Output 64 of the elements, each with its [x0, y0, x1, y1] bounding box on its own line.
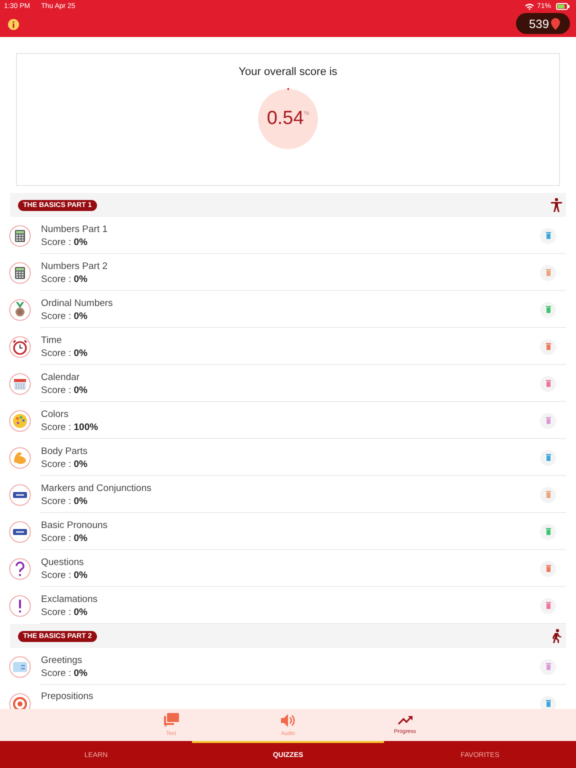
lesson-title[interactable]: Prepositions: [41, 691, 540, 702]
lesson-title[interactable]: Numbers Part 1: [41, 224, 540, 234]
lesson-score: Score : 0%: [41, 532, 88, 544]
lesson-title[interactable]: Numbers Part 2: [41, 260, 540, 272]
lesson-score: Score : 0%: [41, 496, 88, 506]
delete-button[interactable]: [540, 486, 556, 502]
delete-button[interactable]: [540, 264, 556, 280]
lesson-score: Score : 0%: [41, 274, 88, 284]
palette-icon: [9, 410, 31, 432]
delete-button[interactable]: [540, 302, 556, 318]
delete-button[interactable]: [540, 598, 556, 614]
points-badge[interactable]: 539: [516, 13, 570, 34]
lesson-title[interactable]: Time: [41, 334, 540, 346]
score-ring: [255, 86, 321, 152]
lesson-score: Score : 0%: [41, 570, 88, 580]
delete-button[interactable]: [540, 450, 556, 466]
wifi-icon: [524, 2, 534, 10]
delete-button[interactable]: [540, 412, 556, 428]
arm-icon: [9, 446, 31, 468]
lesson-score: Score : 0%: [41, 348, 88, 358]
trending-up-icon: [398, 715, 412, 725]
tag-icon: [9, 484, 31, 506]
lesson-title[interactable]: Calendar: [41, 372, 540, 382]
exclamation-icon: [9, 594, 31, 616]
lesson-score: Score : 0%: [41, 384, 88, 396]
lesson-title[interactable]: Basic Pronouns: [41, 520, 540, 530]
lesson-score: Score : 0%: [41, 458, 88, 470]
delete-button[interactable]: [540, 696, 556, 709]
lesson-title[interactable]: Body Parts: [41, 446, 540, 456]
delete-button[interactable]: [540, 228, 556, 244]
delete-button[interactable]: [540, 560, 556, 576]
delete-button[interactable]: [540, 524, 556, 540]
battery-icon: [556, 2, 570, 10]
card-icon: [9, 656, 31, 678]
info-icon[interactable]: [8, 19, 19, 30]
delete-button[interactable]: [540, 338, 556, 354]
calculator-icon: [9, 262, 31, 284]
lesson-score: Score : 0%: [41, 668, 88, 678]
calculator-icon: [9, 224, 31, 246]
medal-icon: [9, 298, 31, 320]
lesson-title[interactable]: Exclamations: [41, 594, 540, 604]
lesson-score: Score : 100%: [41, 422, 100, 432]
lesson-score: Score : 0%: [41, 606, 88, 618]
lesson-title[interactable]: Colors: [41, 408, 540, 420]
lesson-score: Score : 0%: [41, 236, 88, 248]
delete-button[interactable]: [540, 376, 556, 392]
chat-bubbles-icon: [164, 713, 178, 727]
tag-icon: [9, 520, 31, 542]
lesson-title[interactable]: Markers and Conjunctions: [41, 482, 540, 494]
map-pin-icon: [551, 18, 560, 30]
question-mark-icon: [9, 558, 31, 580]
lesson-title[interactable]: Questions: [41, 556, 540, 568]
alarm-clock-icon: [9, 336, 31, 358]
lesson-title[interactable]: Ordinal Numbers: [41, 298, 540, 308]
lesson-score: Score : 0%: [41, 310, 88, 322]
score-value: 0.54: [266, 108, 304, 130]
delete-button[interactable]: [540, 658, 556, 674]
calendar-icon: [9, 372, 31, 394]
points-count: 539: [528, 16, 549, 30]
speaker-icon: [281, 714, 295, 726]
score-title: Your overall score is: [238, 66, 338, 78]
lesson-title[interactable]: Greetings: [41, 654, 540, 666]
standing-person-icon: [551, 198, 562, 212]
walking-person-icon: [551, 629, 562, 643]
